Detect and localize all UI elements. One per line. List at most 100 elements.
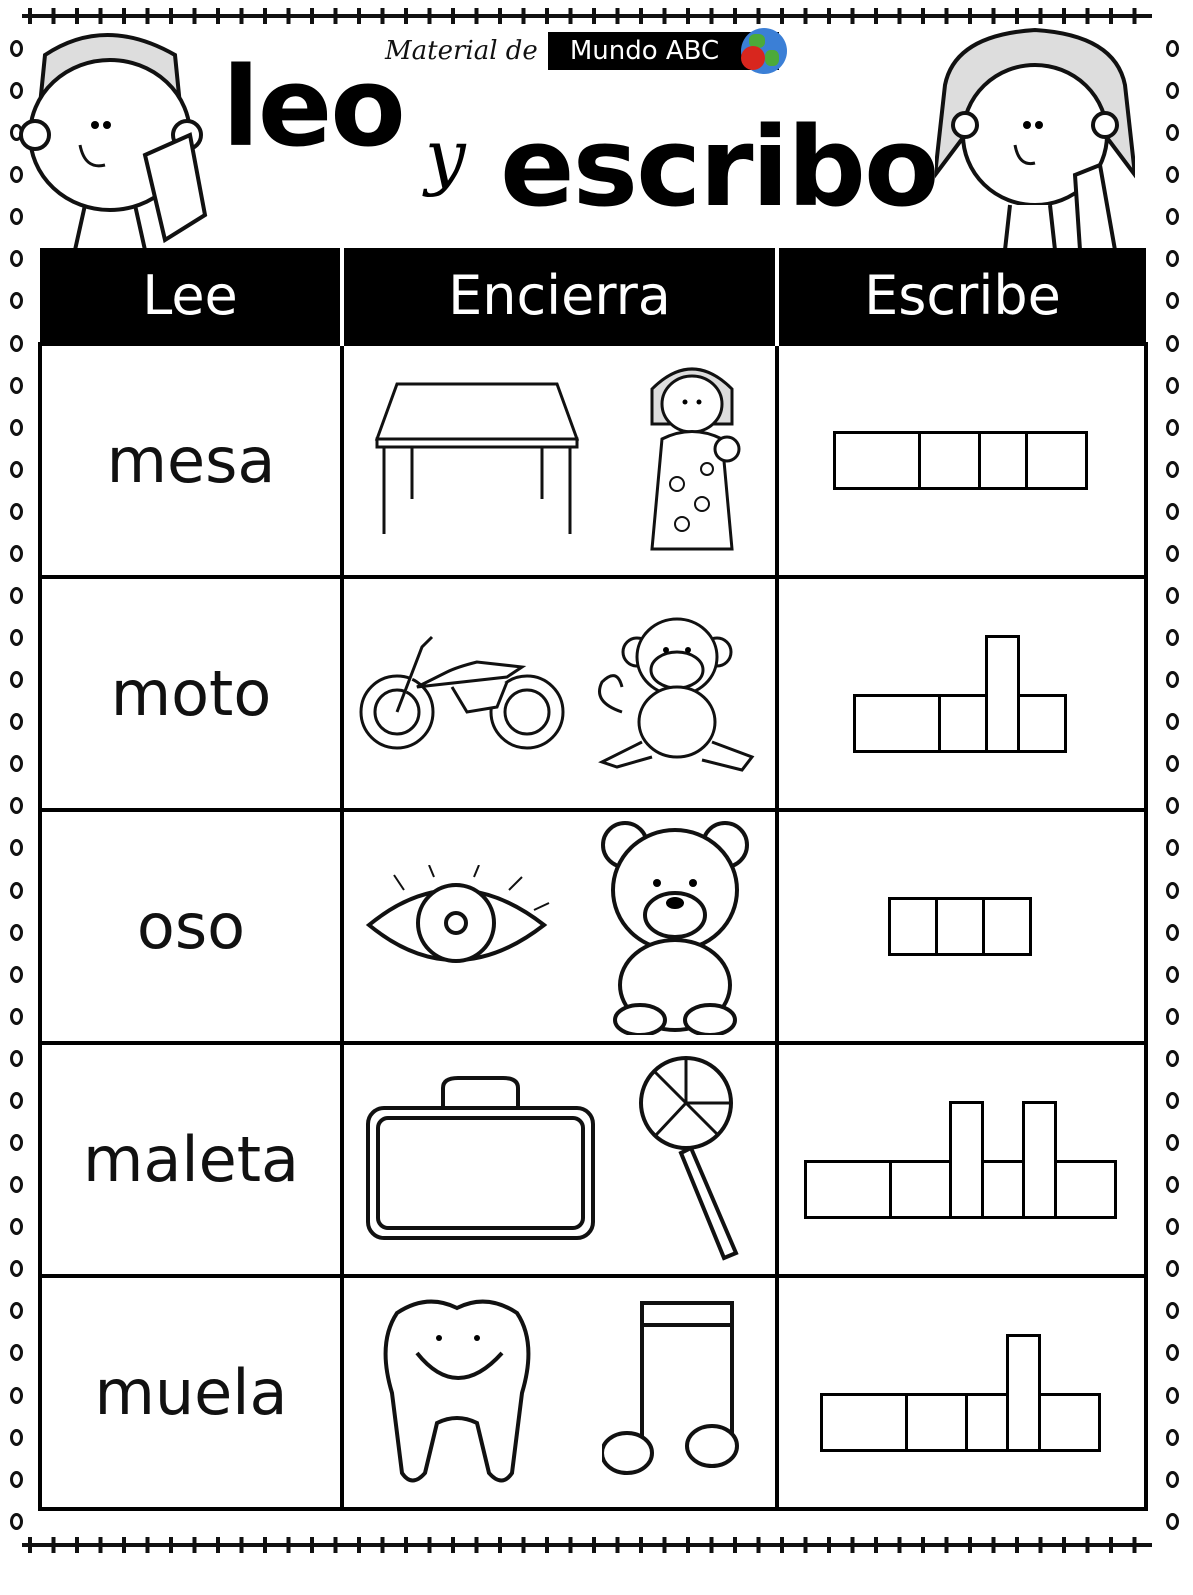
letter-boxes: [832, 431, 1088, 490]
letter-box-wide[interactable]: [832, 431, 921, 490]
letter-box-tall[interactable]: [985, 634, 1020, 753]
word-to-read: oso: [136, 890, 246, 963]
border-circle: [1165, 923, 1179, 941]
boy-with-pencil-illustration: [19, 33, 208, 250]
border-circle: [1165, 881, 1179, 899]
border-circle: [1165, 418, 1179, 436]
border-circle: [1165, 166, 1179, 184]
letter-box-small[interactable]: [980, 1159, 1025, 1219]
table-icon[interactable]: [372, 374, 582, 548]
bottom-ruler-border: [22, 1537, 1152, 1553]
left-circle-border: [4, 40, 28, 1530]
bear-icon[interactable]: [595, 815, 755, 1039]
girl-with-pencil-illustration: [935, 27, 1135, 250]
border-circle: [9, 755, 23, 773]
border-circle: [1165, 1049, 1179, 1067]
letter-box-medium[interactable]: [917, 431, 981, 490]
border-circle: [9, 544, 23, 562]
border-circle: [9, 587, 23, 605]
border-circle: [1165, 1091, 1179, 1109]
picture-choice-cell: [340, 575, 779, 812]
picture-choice-cell: [340, 342, 779, 579]
title-word-y: y: [425, 114, 466, 198]
write-boxes-cell: [775, 342, 1148, 579]
border-circle: [1165, 124, 1179, 142]
letter-box-tall[interactable]: [1005, 1333, 1041, 1452]
letter-box-medium[interactable]: [904, 1392, 968, 1452]
border-circle: [1165, 1386, 1179, 1404]
border-circle: [1165, 965, 1179, 983]
eye-icon[interactable]: [364, 864, 554, 989]
letter-box-wide[interactable]: [819, 1392, 908, 1452]
border-circle: [9, 1091, 23, 1109]
brand-logo: Mundo ABC: [547, 28, 788, 74]
letter-box-wide[interactable]: [803, 1159, 892, 1219]
word-cell: oso: [38, 808, 344, 1045]
border-circle: [1165, 1344, 1179, 1362]
title-word-escribo: escribo: [500, 103, 940, 231]
border-circle: [9, 460, 23, 478]
border-circle: [1165, 292, 1179, 310]
table-row: oso: [38, 808, 1148, 1045]
border-circle: [9, 418, 23, 436]
letter-box-normal[interactable]: [938, 693, 988, 753]
border-circle: [1165, 671, 1179, 689]
border-circle: [9, 797, 23, 815]
letter-box-normal[interactable]: [977, 431, 1028, 490]
border-circle: [1165, 1512, 1179, 1530]
letter-box-normal[interactable]: [888, 897, 938, 956]
lollipop-icon[interactable]: [636, 1053, 756, 1267]
worksheet-table: Lee Encierra Escribe mesa moto oso malet…: [38, 248, 1148, 1511]
monkey-icon[interactable]: [592, 612, 762, 776]
border-circle: [1165, 1007, 1179, 1025]
border-circle: [1165, 460, 1179, 478]
column-header-lee: Lee: [40, 248, 344, 344]
border-circle: [1165, 334, 1179, 352]
picture-choice-cell: [340, 1274, 779, 1511]
border-circle: [1165, 629, 1179, 647]
letter-box-medium[interactable]: [1037, 1392, 1101, 1452]
border-circle: [1165, 376, 1179, 394]
border-circle: [1165, 839, 1179, 857]
border-circle: [1165, 713, 1179, 731]
border-circle: [9, 1260, 23, 1278]
letter-box-normal[interactable]: [935, 897, 985, 956]
word-to-read: muela: [94, 1356, 288, 1429]
motorcycle-icon[interactable]: [357, 627, 567, 761]
suitcase-icon[interactable]: [363, 1073, 598, 1247]
border-circle: [1165, 1302, 1179, 1320]
letter-box-wide[interactable]: [853, 693, 941, 753]
write-boxes-cell: [775, 575, 1148, 812]
letter-box-medium[interactable]: [1024, 431, 1088, 490]
letter-boxes: [888, 897, 1032, 956]
letter-boxes: [803, 1100, 1117, 1219]
border-circle: [9, 502, 23, 520]
letter-box-tall[interactable]: [948, 1100, 984, 1219]
letter-box-small[interactable]: [964, 1392, 1009, 1452]
table-row: maleta: [38, 1041, 1148, 1278]
table-row: mesa: [38, 342, 1148, 579]
border-circle: [1165, 1134, 1179, 1152]
border-circle: [1165, 250, 1179, 268]
letter-box-medium[interactable]: [888, 1159, 952, 1219]
tooth-icon[interactable]: [377, 1293, 537, 1492]
music-note-icon[interactable]: [600, 1298, 742, 1487]
letter-box-normal[interactable]: [982, 897, 1032, 956]
word-cell: moto: [38, 575, 344, 812]
right-circle-border: [1160, 40, 1184, 1530]
border-circle: [1165, 1176, 1179, 1194]
letter-box-tall[interactable]: [1021, 1100, 1057, 1219]
letter-box-normal[interactable]: [1017, 693, 1067, 753]
picture-choice-cell: [340, 808, 779, 1045]
girl-icon[interactable]: [637, 354, 747, 568]
border-circle: [9, 250, 23, 268]
border-circle: [9, 1049, 23, 1067]
border-circle: [1165, 1470, 1179, 1488]
letter-boxes: [819, 1333, 1101, 1452]
border-circle: [9, 881, 23, 899]
brand-prefix: Material de: [385, 36, 538, 66]
border-circle: [9, 334, 23, 352]
border-circle: [9, 1218, 23, 1236]
border-circle: [9, 292, 23, 310]
letter-box-medium[interactable]: [1053, 1159, 1117, 1219]
